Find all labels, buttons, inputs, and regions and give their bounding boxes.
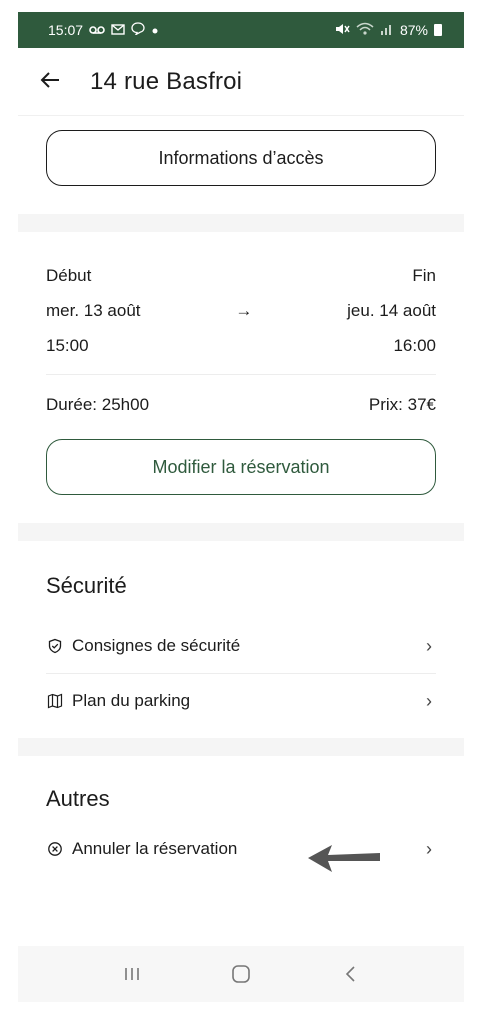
security-section: Sécurité Consignes de sécurité › Plan du… — [18, 541, 464, 728]
security-title: Sécurité — [46, 573, 127, 598]
chat-icon — [131, 22, 145, 38]
others-title: Autres — [46, 786, 110, 811]
status-time: 15:07 — [48, 22, 84, 38]
cancel-booking-label: Annuler la réservation — [72, 839, 238, 858]
status-bar: 15:07 87% — [18, 12, 464, 48]
duration: Durée: 25h00 — [46, 395, 150, 414]
price: Prix: 37€ — [368, 395, 436, 414]
end-label: Fin — [412, 266, 436, 285]
wifi-icon — [356, 22, 374, 39]
recent-apps-icon[interactable] — [112, 966, 152, 982]
mute-icon — [334, 22, 350, 39]
signal-icon — [380, 22, 394, 39]
section-separator — [18, 523, 464, 541]
section-separator — [18, 214, 464, 232]
parking-map-label: Plan du parking — [72, 691, 191, 710]
safety-instructions-item[interactable]: Consignes de sécurité › — [46, 619, 436, 673]
battery-percent: 87% — [399, 22, 428, 38]
end-date: jeu. 14 août — [347, 301, 436, 320]
cancel-circle-icon — [46, 841, 64, 857]
safety-instructions-label: Consignes de sécurité — [72, 636, 241, 655]
start-time: 15:00 — [46, 336, 89, 355]
chevron-right-icon: › — [426, 635, 432, 656]
gmail-icon — [111, 22, 125, 38]
access-section: Informations d’accès — [18, 116, 464, 214]
page-title: 14 rue Basfroi — [90, 67, 243, 95]
access-info-button[interactable]: Informations d’accès — [46, 130, 436, 186]
start-date: mer. 13 août — [46, 301, 141, 320]
end-time: 16:00 — [393, 336, 436, 355]
modify-booking-button[interactable]: Modifier la réservation — [46, 439, 436, 495]
voicemail-icon — [89, 22, 105, 38]
back-arrow-icon[interactable] — [40, 68, 80, 96]
section-separator — [18, 738, 464, 756]
dot-icon — [151, 22, 159, 38]
home-icon[interactable] — [221, 964, 261, 984]
nav-back-icon[interactable] — [330, 965, 370, 983]
chevron-right-icon: › — [426, 838, 432, 859]
battery-icon — [434, 24, 442, 36]
right-arrow-icon: → — [235, 301, 253, 320]
chevron-right-icon: › — [426, 690, 432, 711]
system-nav-bar — [18, 946, 464, 1002]
others-section: Autres Annuler la réservation › — [18, 756, 464, 876]
phone-screen: 15:07 87% 14 rue Basfroi Informations d’… — [18, 12, 464, 1002]
parking-map-item[interactable]: Plan du parking › — [46, 674, 436, 728]
start-label: Début — [46, 266, 92, 285]
shield-check-icon — [46, 638, 64, 654]
booking-section: Début Fin mer. 13 août → jeu. 14 août 15… — [18, 232, 464, 495]
app-header: 14 rue Basfroi — [18, 48, 464, 116]
annotation-arrow-icon — [308, 845, 380, 872]
map-icon — [46, 693, 64, 709]
